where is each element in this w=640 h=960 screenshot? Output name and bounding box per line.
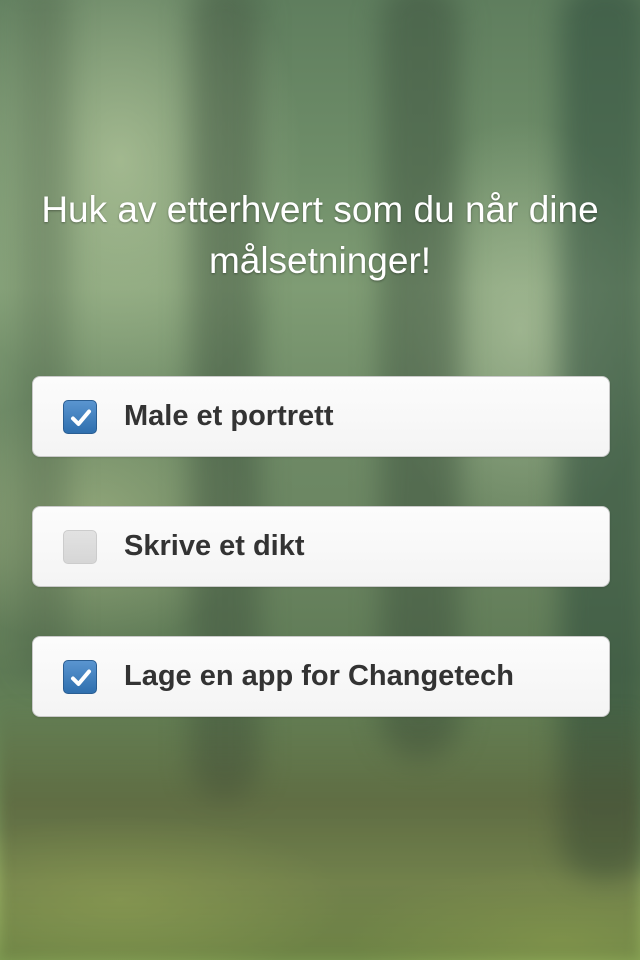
goal-checkbox[interactable] xyxy=(63,530,97,564)
goal-item-lage-en-app[interactable]: Lage en app for Changetech xyxy=(32,636,610,717)
goal-item-male-et-portrett[interactable]: Male et portrett xyxy=(32,376,610,457)
goal-label: Skrive et dikt xyxy=(124,530,305,562)
checkmark-icon xyxy=(71,669,91,686)
goal-label: Male et portrett xyxy=(124,400,334,432)
goal-list: Male et portrett Skrive et dikt Lage en … xyxy=(32,376,610,766)
goal-label: Lage en app for Changetech xyxy=(124,660,514,692)
goal-checkbox[interactable] xyxy=(63,660,97,694)
checkmark-icon xyxy=(71,409,91,426)
goal-checkbox[interactable] xyxy=(63,400,97,434)
page-heading: Huk av etterhvert som du når dine målset… xyxy=(41,189,599,281)
goal-item-skrive-et-dikt[interactable]: Skrive et dikt xyxy=(32,506,610,587)
